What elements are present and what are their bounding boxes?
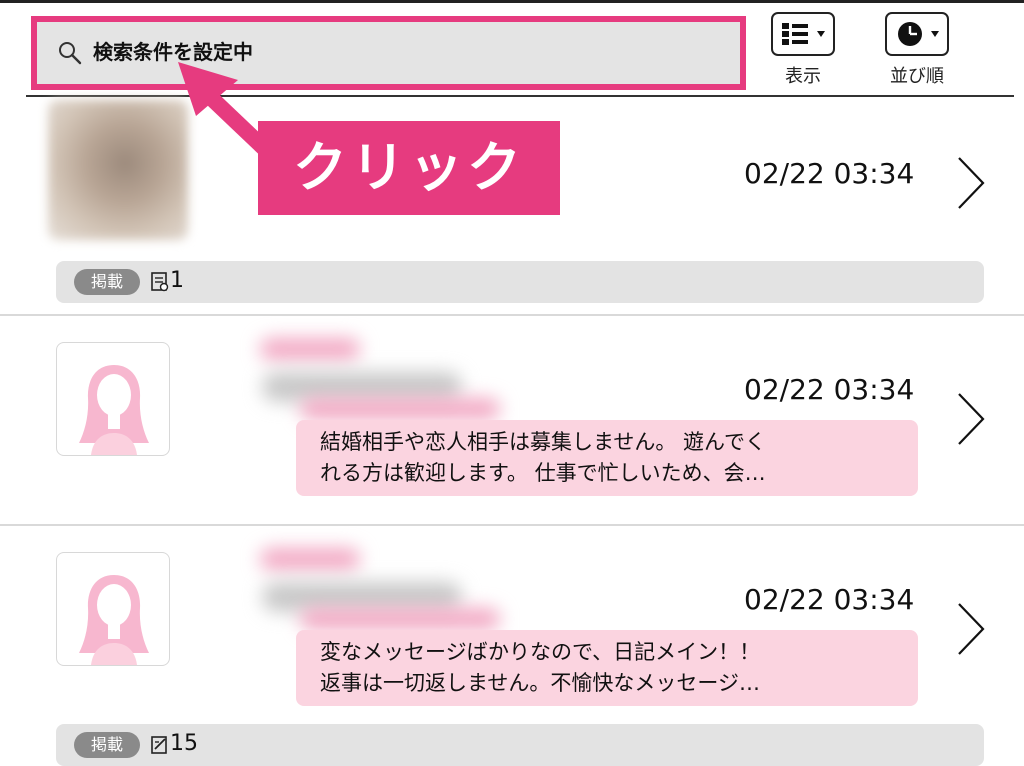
- message-preview: 変なメッセージばかりなので、日記メイン！！ 返事は一切返しません。不愉快なメッセ…: [296, 630, 918, 706]
- row-divider: [0, 314, 1024, 316]
- message-line: 変なメッセージばかりなので、日記メイン！！: [320, 640, 761, 664]
- posted-badge: 掲載: [74, 732, 140, 758]
- search-condition-text: 検索条件を設定中: [93, 40, 253, 64]
- female-silhouette-icon: [79, 365, 149, 455]
- list-view-icon: [782, 23, 825, 45]
- post-count: 1: [170, 268, 184, 293]
- blurred-badge: [260, 548, 360, 570]
- message-line: 返事は一切返しません。不愉快なメッセージ…: [320, 671, 760, 695]
- post-count: 15: [170, 731, 198, 756]
- blurred-badge: [260, 338, 360, 360]
- diary-edit-icon: [151, 736, 167, 754]
- posted-badge: 掲載: [74, 269, 140, 295]
- profile-photo-blurred[interactable]: [48, 100, 188, 240]
- document-icon: [151, 272, 169, 292]
- sort-order-button[interactable]: 並び順: [882, 12, 952, 87]
- header-divider: [26, 95, 1014, 97]
- default-avatar[interactable]: [56, 342, 170, 456]
- item-timestamp: 02/22 03:34: [744, 373, 915, 406]
- search-icon: [59, 42, 82, 65]
- blurred-detail: [300, 608, 500, 630]
- view-mode-icon-box: [771, 12, 835, 56]
- view-mode-button[interactable]: 表示: [768, 12, 838, 87]
- default-avatar[interactable]: [56, 552, 170, 666]
- chevron-right-icon[interactable]: [955, 391, 987, 447]
- chevron-right-icon[interactable]: [955, 601, 987, 657]
- item-tag-bar: 掲載 15: [56, 724, 984, 766]
- chevron-right-icon[interactable]: [955, 155, 987, 211]
- clock-icon: [898, 22, 939, 46]
- item-timestamp: 02/22 03:34: [744, 157, 915, 190]
- sort-order-icon-box: [885, 12, 949, 56]
- top-border: [0, 0, 1024, 3]
- view-mode-label: 表示: [785, 66, 821, 87]
- item-timestamp: 02/22 03:34: [744, 583, 915, 616]
- message-line: 結婚相手や恋人相手は募集しません。 遊んでく: [320, 430, 766, 454]
- female-silhouette-icon: [79, 575, 149, 665]
- search-condition-bar[interactable]: 検索条件を設定中: [31, 16, 746, 90]
- row-divider: [0, 524, 1024, 526]
- message-line: れる方は歓迎します。 仕事で忙しいため、会…: [320, 461, 766, 485]
- message-preview: 結婚相手や恋人相手は募集しません。 遊んでく れる方は歓迎します。 仕事で忙しい…: [296, 420, 918, 496]
- click-callout-label: クリック: [258, 121, 560, 215]
- sort-order-label: 並び順: [890, 66, 944, 87]
- item-tag-bar: 掲載 1: [56, 261, 984, 303]
- blurred-detail: [300, 398, 500, 420]
